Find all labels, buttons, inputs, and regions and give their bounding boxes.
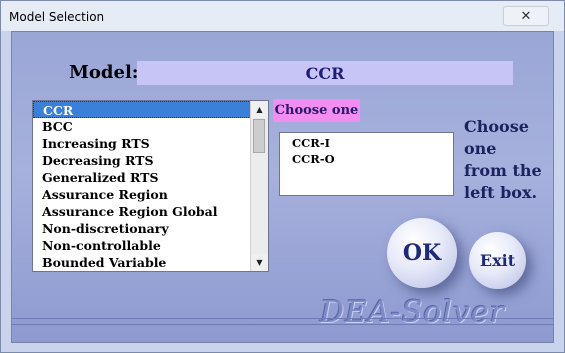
- title-bar[interactable]: Model Selection ✕: [1, 1, 564, 31]
- instruction-text: Choose one from the left box.: [464, 116, 550, 204]
- model-label: Model:: [69, 62, 139, 83]
- window-title: Model Selection: [9, 10, 105, 24]
- scrollbar-thumb[interactable]: [253, 119, 265, 153]
- list-item-generalized-rts[interactable]: Generalized RTS: [33, 169, 251, 186]
- arrow-up-icon: ▲: [256, 105, 263, 114]
- divider: [12, 324, 553, 325]
- ok-button[interactable]: OK: [387, 218, 457, 288]
- exit-button[interactable]: Exit: [469, 232, 526, 289]
- divider: [12, 318, 553, 319]
- list-item-bounded-variable[interactable]: Bounded Variable: [33, 254, 251, 271]
- model-selection-dialog: Model Selection ✕ Model: CCR CCR BCC Inc…: [0, 0, 565, 353]
- list-item-bcc[interactable]: BCC: [33, 118, 251, 135]
- scroll-down-button[interactable]: ▼: [251, 254, 268, 271]
- variant-item-ccr-i[interactable]: CCR-I: [292, 135, 453, 151]
- arrow-down-icon: ▼: [256, 258, 263, 267]
- instruction-line: Choose: [464, 117, 529, 136]
- list-item-ccr[interactable]: CCR: [33, 101, 251, 118]
- list-item-increasing-rts[interactable]: Increasing RTS: [33, 135, 251, 152]
- close-icon: ✕: [520, 8, 532, 24]
- choose-one-tag: Choose one: [273, 99, 360, 122]
- variant-listbox[interactable]: CCR-I CCR-O: [279, 132, 454, 196]
- list-item-decreasing-rts[interactable]: Decreasing RTS: [33, 152, 251, 169]
- instruction-line: left box.: [464, 183, 538, 202]
- dialog-body: Model: CCR CCR BCC Increasing RTS Decrea…: [11, 31, 554, 343]
- model-value-display: CCR: [137, 61, 513, 85]
- variant-item-ccr-o[interactable]: CCR-O: [292, 151, 453, 167]
- scroll-up-button[interactable]: ▲: [251, 101, 268, 118]
- instruction-line: from the: [464, 161, 542, 180]
- list-item-assurance-region-global[interactable]: Assurance Region Global: [33, 203, 251, 220]
- instruction-line: one: [464, 139, 497, 158]
- listbox-scrollbar[interactable]: ▲ ▼: [250, 101, 268, 271]
- list-item-non-controllable[interactable]: Non-controllable: [33, 237, 251, 254]
- list-item-non-discretionary[interactable]: Non-discretionary: [33, 220, 251, 237]
- close-button[interactable]: ✕: [503, 6, 549, 26]
- model-list: CCR BCC Increasing RTS Decreasing RTS Ge…: [33, 101, 251, 271]
- model-listbox[interactable]: CCR BCC Increasing RTS Decreasing RTS Ge…: [32, 100, 269, 272]
- list-item-assurance-region[interactable]: Assurance Region: [33, 186, 251, 203]
